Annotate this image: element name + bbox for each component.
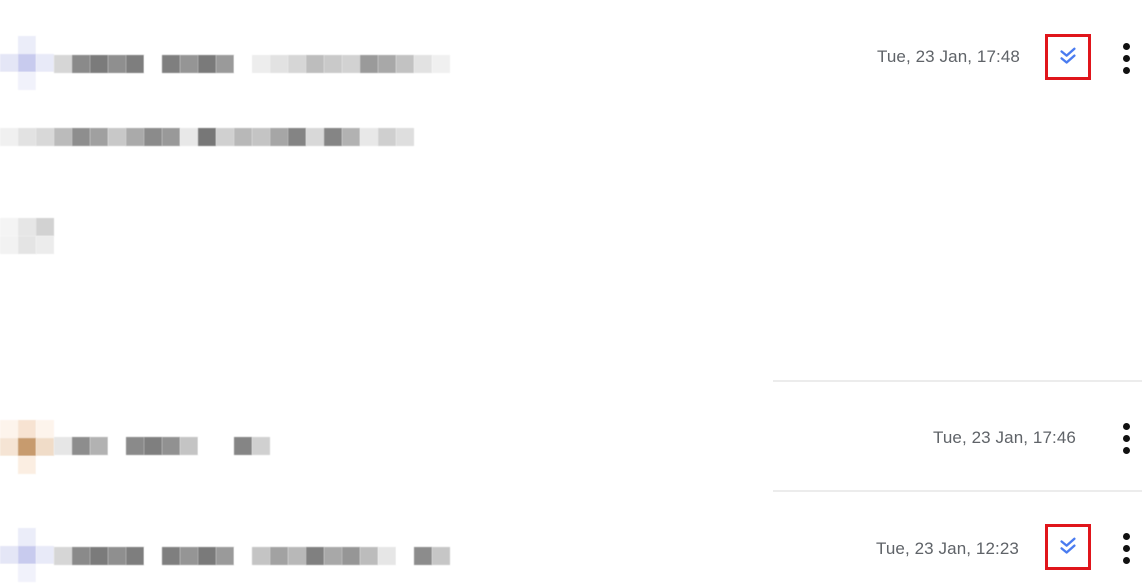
mark-as-done-button[interactable] bbox=[1045, 34, 1091, 80]
sender-name-redacted bbox=[54, 547, 450, 565]
email-row-3[interactable]: Tue, 23 Jan, 12:23 bbox=[0, 492, 1144, 583]
email-timestamp: Tue, 23 Jan, 12:23 bbox=[876, 539, 1019, 558]
sender-name-redacted bbox=[54, 437, 270, 455]
subject-redacted bbox=[0, 128, 414, 146]
more-vert-icon-dot bbox=[1122, 66, 1130, 74]
mark-as-done-button[interactable] bbox=[1045, 524, 1091, 570]
more-vert-icon-dot bbox=[1122, 422, 1130, 430]
double-check-icon bbox=[1060, 537, 1076, 554]
more-options-button[interactable] bbox=[1116, 418, 1136, 458]
double-check-icon bbox=[1060, 47, 1076, 64]
more-vert-icon-dot bbox=[1122, 556, 1130, 564]
avatar bbox=[0, 420, 54, 474]
more-options-button[interactable] bbox=[1116, 528, 1136, 568]
more-vert-icon-dot bbox=[1122, 544, 1130, 552]
more-vert-icon-dot bbox=[1122, 446, 1130, 454]
more-vert-icon-dot bbox=[1122, 42, 1130, 50]
avatar bbox=[0, 36, 54, 90]
email-row-1[interactable]: Tue, 23 Jan, 17:48 bbox=[0, 0, 1144, 380]
email-timestamp: Tue, 23 Jan, 17:48 bbox=[877, 47, 1020, 66]
email-row-2[interactable]: Tue, 23 Jan, 17:46 bbox=[0, 382, 1144, 490]
snippet-redacted bbox=[0, 218, 54, 254]
more-vert-icon-dot bbox=[1122, 434, 1130, 442]
more-vert-icon-dot bbox=[1122, 54, 1130, 62]
sender-name-redacted bbox=[54, 55, 450, 73]
email-timestamp: Tue, 23 Jan, 17:46 bbox=[933, 428, 1076, 447]
avatar bbox=[0, 528, 54, 582]
more-vert-icon-dot bbox=[1122, 532, 1130, 540]
more-options-button[interactable] bbox=[1116, 38, 1136, 78]
